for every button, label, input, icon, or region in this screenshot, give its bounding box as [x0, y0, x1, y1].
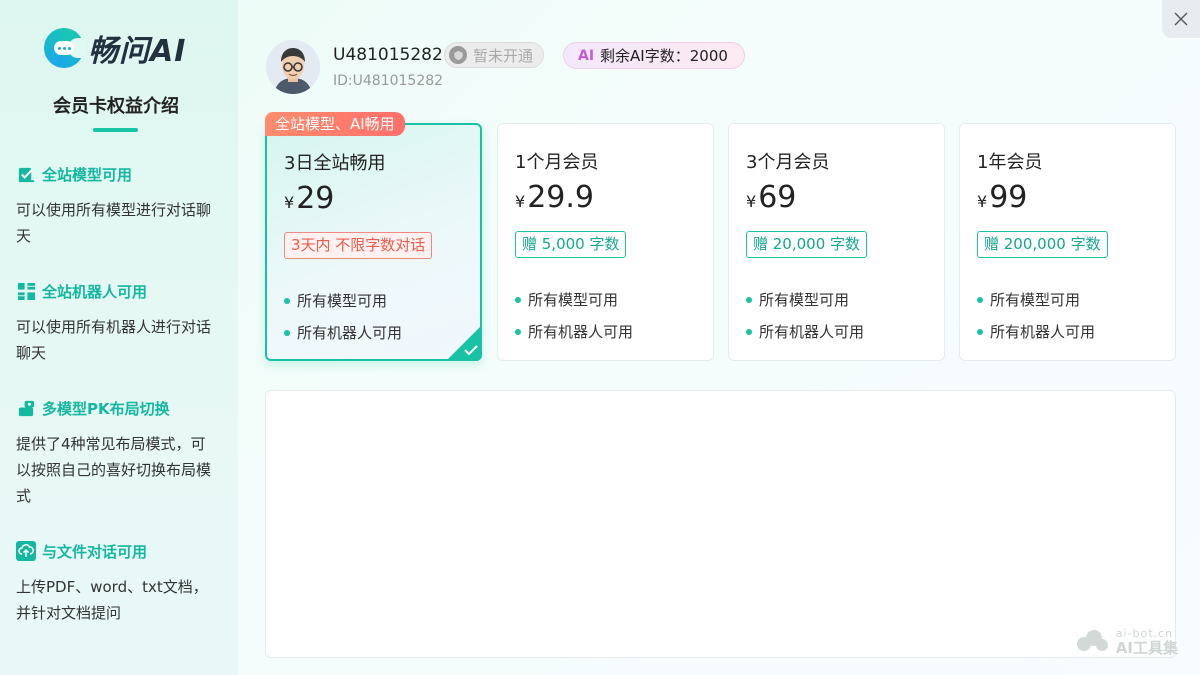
logo-icon — [44, 28, 86, 68]
close-button[interactable] — [1162, 0, 1200, 38]
plan-tag: 赠 200,000 字数 — [977, 231, 1108, 258]
avatar — [266, 40, 320, 94]
feature-desc: 可以使用所有模型进行对话聊天 — [16, 201, 212, 245]
plan-card-3day[interactable]: 全站模型、AI畅用 3日全站畅用 ¥ 29 3天内 不限字数对话 所有模型可用 … — [265, 112, 482, 361]
currency-symbol: ¥ — [746, 192, 757, 211]
app-logo: 畅问AI — [44, 24, 186, 72]
plan-name: 1个月会员 — [515, 152, 599, 173]
vip-status-badge: 暂未开通 — [444, 42, 545, 68]
feature-title: 与文件对话可用 — [42, 542, 148, 561]
price-amount: 29.9 — [527, 180, 594, 215]
plan-name: 3个月会员 — [746, 152, 830, 173]
feature-item-files: 与文件对话可用 上传PDF、word、txt文档，并针对文档提问 — [16, 540, 216, 626]
plan-name: 3日全站畅用 — [284, 153, 386, 174]
plan-feature: 所有机器人可用 — [515, 321, 633, 342]
intro-title: 会员卡权益介绍 — [53, 96, 179, 117]
plan-feature: 所有机器人可用 — [284, 322, 402, 343]
feature-desc: 可以使用所有机器人进行对话聊天 — [16, 318, 212, 362]
ai-mark-icon: AI — [578, 47, 595, 64]
close-icon — [1174, 12, 1188, 26]
sidebar: 畅问AI 会员卡权益介绍 全站模型可用 可以使用所有模型进行对话聊天 全站机器人… — [0, 0, 238, 675]
feature-item-layout: 多模型PK布局切换 提供了4种常见布局模式，可以按照自己的喜好切换布局模式 — [16, 397, 216, 509]
watermark-logo-icon — [1076, 630, 1108, 651]
layout-switch-icon — [16, 398, 36, 418]
upload-cloud-icon — [16, 541, 36, 561]
plan-feature: 所有模型可用 — [977, 289, 1080, 310]
feature-title: 全站机器人可用 — [42, 282, 148, 301]
feature-desc: 上传PDF、word、txt文档，并针对文档提问 — [16, 578, 208, 622]
watermark: ai-bot.cn AI工具集 — [1074, 627, 1178, 657]
currency-symbol: ¥ — [977, 192, 988, 211]
plan-ribbon: 全站模型、AI畅用 — [265, 112, 405, 136]
feature-item-robots: 全站机器人可用 可以使用所有机器人进行对话聊天 — [16, 280, 216, 366]
price-amount: 99 — [989, 180, 1028, 215]
plan-card-3month[interactable]: 3个月会员 ¥ 69 赠 20,000 字数 所有模型可用 所有机器人可用 — [728, 123, 945, 361]
plan-price: ¥ 69 — [746, 180, 796, 215]
plan-feature: 所有机器人可用 — [746, 321, 864, 342]
plan-tag: 赠 5,000 字数 — [515, 231, 627, 258]
username: U481015282 — [333, 45, 443, 65]
plan-feature: 所有机器人可用 — [977, 321, 1095, 342]
plan-price: ¥ 99 — [977, 180, 1027, 215]
words-remaining-text: 剩余AI字数：2000 — [600, 47, 728, 65]
watermark-name: AI工具集 — [1115, 639, 1178, 657]
words-remaining-badge: AI 剩余AI字数：2000 — [563, 42, 745, 69]
feature-item-models: 全站模型可用 可以使用所有模型进行对话聊天 — [16, 163, 216, 249]
intro-underline — [93, 128, 138, 132]
plan-name: 1年会员 — [977, 152, 1043, 173]
user-id: ID:U481015282 — [333, 73, 444, 89]
plan-feature: 所有模型可用 — [746, 289, 849, 310]
robot-grid-icon — [16, 281, 36, 301]
plan-feature: 所有模型可用 — [284, 290, 387, 311]
plan-card-1month[interactable]: 1个月会员 ¥ 29.9 赠 5,000 字数 所有模型可用 所有机器人可用 — [497, 123, 714, 361]
logo-text: 畅问AI — [88, 34, 187, 69]
plan-price: ¥ 29.9 — [515, 180, 594, 215]
price-amount: 69 — [758, 180, 797, 215]
vip-status-text: 暂未开通 — [473, 46, 534, 65]
currency-symbol: ¥ — [515, 192, 526, 211]
plan-feature: 所有模型可用 — [515, 289, 618, 310]
plan-tag: 3天内 不限字数对话 — [284, 232, 433, 259]
feature-title: 多模型PK布局切换 — [42, 399, 170, 418]
feature-title: 全站模型可用 — [42, 165, 133, 184]
feature-desc: 提供了4种常见布局模式，可以按照自己的喜好切换布局模式 — [16, 435, 212, 505]
vip-shield-icon — [449, 46, 467, 64]
payment-panel — [265, 390, 1176, 658]
plan-price: ¥ 29 — [284, 181, 334, 216]
model-check-icon — [16, 164, 36, 184]
currency-symbol: ¥ — [284, 193, 295, 212]
selected-check-icon — [446, 325, 482, 361]
price-amount: 29 — [296, 181, 335, 216]
plan-tag: 赠 20,000 字数 — [746, 231, 868, 258]
plan-card-1year[interactable]: 1年会员 ¥ 99 赠 200,000 字数 所有模型可用 所有机器人可用 — [959, 123, 1176, 361]
